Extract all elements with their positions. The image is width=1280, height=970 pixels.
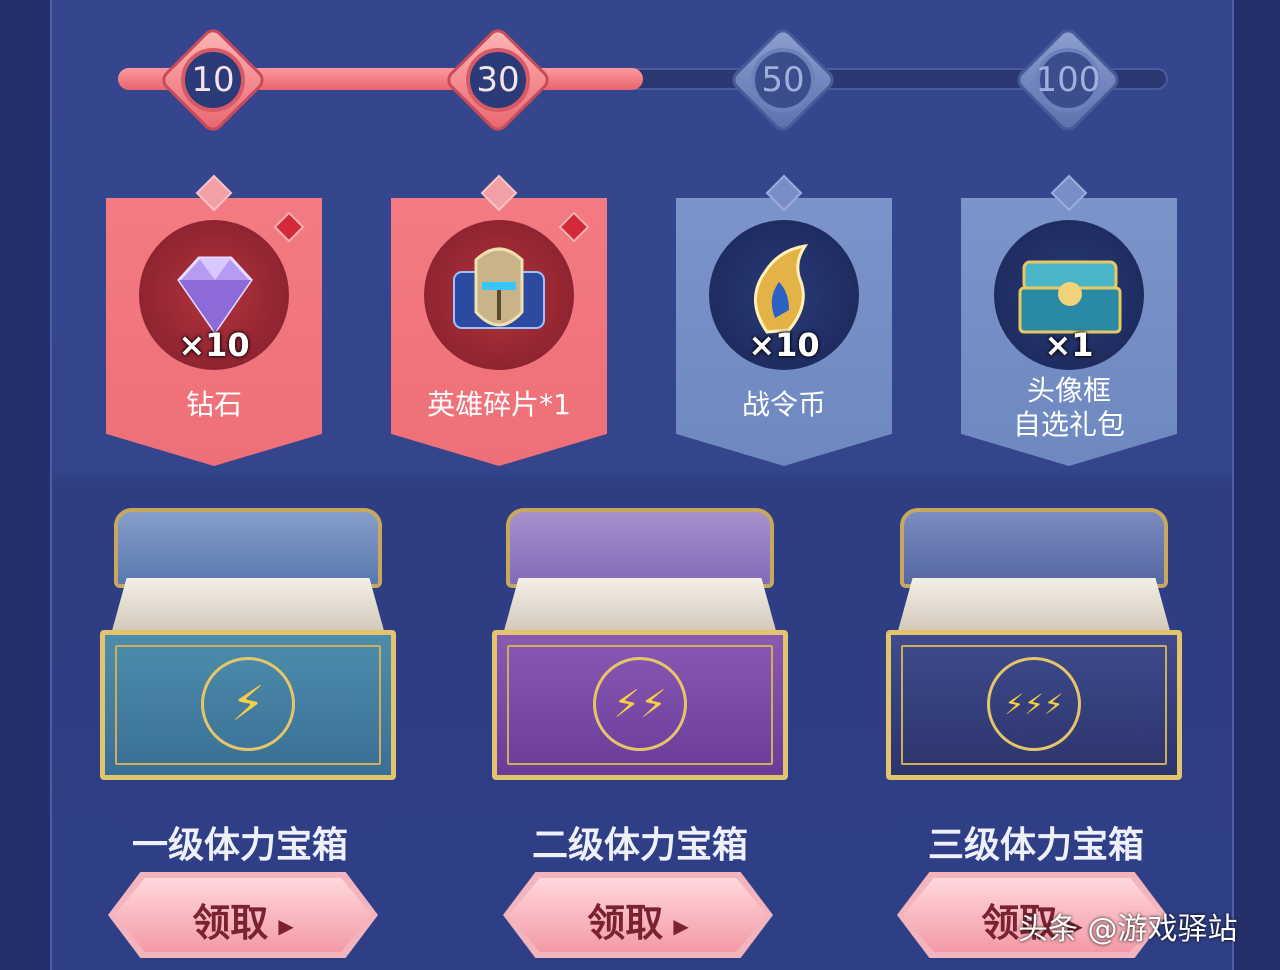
milestone-value: 30 — [466, 48, 530, 112]
reward-name: 英雄碎片*1 — [427, 388, 571, 421]
reward-name: 战令币 — [741, 388, 826, 421]
reward-quantity: ×1 — [1044, 326, 1094, 364]
milestone-value: 50 — [751, 48, 815, 112]
hero-helmet-fragment-icon — [453, 247, 545, 329]
claim-button-level-1[interactable]: 领取 ▶ — [108, 872, 378, 958]
chest-glow — [502, 578, 778, 638]
lightning-icon: ⚡⚡⚡ — [987, 657, 1081, 751]
claim-label: 领取 — [192, 901, 269, 945]
lightning-icon: ⚡⚡ — [593, 657, 687, 751]
claim-label-wrap: 领取 ▶ — [108, 892, 378, 947]
left-border — [0, 0, 50, 970]
milestone-node-30: 30 — [447, 29, 549, 131]
stamina-chest-level-2: ⚡⚡ — [492, 508, 788, 780]
reward-name-line1: 头像框 — [1026, 374, 1111, 407]
stamina-chest-level-1: ⚡ — [100, 508, 396, 780]
reward-name: 头像框 自选礼包 — [961, 374, 1177, 442]
claim-label: 领取 — [587, 901, 664, 945]
reward-quantity: ×10 — [748, 326, 820, 364]
chest-glow — [896, 578, 1172, 638]
right-border — [1230, 0, 1280, 970]
chest-title: 二级体力宝箱 — [531, 825, 748, 866]
chest-lid — [506, 508, 774, 588]
chest-body: ⚡⚡ — [492, 630, 788, 780]
milestone-node-100: 100 — [1017, 29, 1119, 131]
reward-banner-avatar-frame[interactable]: ×1 头像框 自选礼包 — [961, 174, 1177, 466]
milestone-value: 100 — [1036, 48, 1100, 112]
claim-button-level-2[interactable]: 领取 ▶ — [503, 872, 773, 958]
chest-body: ⚡ — [100, 630, 396, 780]
reward-banner-diamond[interactable]: ×10 钻石 — [106, 174, 322, 466]
play-arrow-icon: ▶ — [673, 913, 689, 938]
watermark: 头条 @游戏驿站 — [1018, 912, 1238, 947]
reward-name: 钻石 — [185, 388, 242, 421]
play-arrow-icon: ▶ — [278, 913, 294, 938]
milestone-value: 10 — [181, 48, 245, 112]
chest-title: 一级体力宝箱 — [131, 825, 348, 866]
chest-title: 三级体力宝箱 — [927, 825, 1144, 866]
reward-banner-hero-fragment[interactable]: 英雄碎片*1 — [391, 174, 607, 466]
milestone-node-50: 50 — [732, 29, 834, 131]
chest-body: ⚡⚡⚡ — [886, 630, 1182, 780]
milestone-node-10: 10 — [162, 29, 264, 131]
stamina-chest-level-3: ⚡⚡⚡ — [886, 508, 1182, 780]
chest-lid — [114, 508, 382, 588]
claim-label-wrap: 领取 ▶ — [503, 892, 773, 947]
reward-banner-pass-coin[interactable]: ×10 战令币 — [676, 174, 892, 466]
chest-lid — [900, 508, 1168, 588]
lightning-icon: ⚡ — [201, 657, 295, 751]
chest-glow — [110, 578, 386, 638]
reward-name-line2: 自选礼包 — [1012, 408, 1125, 441]
reward-quantity: ×10 — [178, 326, 250, 364]
reward-icon-bg — [424, 220, 574, 370]
